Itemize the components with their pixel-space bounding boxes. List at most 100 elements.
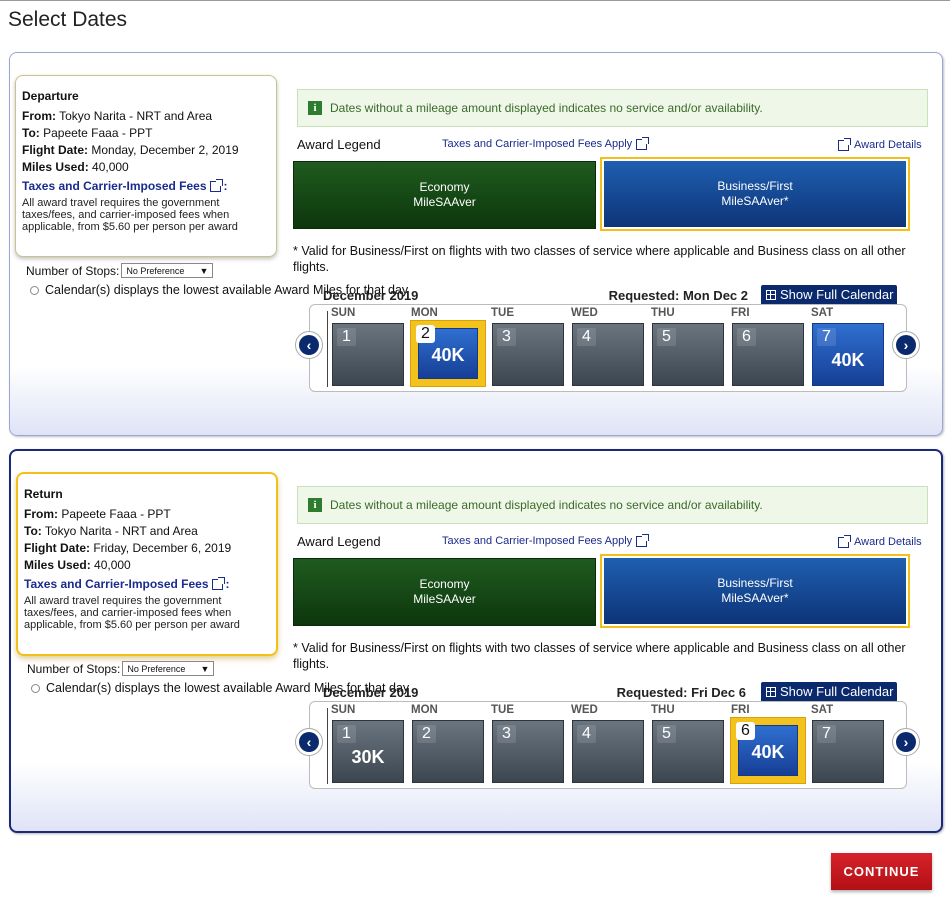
stops-select-value: No Preference	[127, 663, 186, 674]
return-miles-used: 40,000	[94, 558, 131, 572]
return-flight-date: Friday, December 6, 2019	[93, 541, 232, 555]
calendar-grid-icon	[766, 686, 776, 697]
return-heading: Return	[24, 487, 63, 501]
day-name: SAT	[811, 704, 834, 716]
from-label: From:	[22, 109, 56, 123]
calendar-day[interactable]: 7	[812, 720, 884, 783]
return-week-calendar: SUN MON TUE WED THU FRI SAT 1 30K 2 3 4 …	[309, 701, 907, 789]
departure-stops-select[interactable]: No Preference ▼	[121, 263, 214, 278]
business-milesaaver-button[interactable]: Business/First MileSAAver*	[604, 161, 906, 227]
award-details-label: Award Details	[854, 139, 922, 151]
page-title: Select Dates	[8, 8, 128, 31]
return-from: Papeete Faaa - PPT	[61, 507, 171, 521]
radio-icon	[31, 684, 40, 693]
continue-button[interactable]: CONTINUE	[831, 853, 932, 890]
return-show-full-calendar-button[interactable]: Show Full Calendar	[761, 682, 897, 701]
taxes-link-label: Taxes and Carrier-Imposed Fees Apply	[442, 535, 633, 547]
departure-week-calendar: SUN MON TUE WED THU FRI SAT 1 2 40K 3 4 …	[309, 304, 907, 392]
calendar-day[interactable]: 1	[332, 323, 404, 386]
business-milesaaver-button-selected[interactable]: Business/First MileSAAver*	[600, 157, 910, 231]
day-number: 4	[577, 725, 596, 743]
business-label-1: Business/First	[717, 576, 793, 590]
award-legend-label: Award Legend	[297, 534, 381, 549]
calendar-day[interactable]: 5	[652, 323, 724, 386]
flight-date-label: Flight Date:	[22, 143, 88, 157]
departure-notice: i Dates without a mileage amount display…	[297, 89, 928, 127]
from-label: From:	[24, 507, 58, 521]
business-milesaaver-button-selected[interactable]: Business/First MileSAAver*	[600, 554, 910, 628]
day-name: SUN	[331, 307, 356, 319]
calendar-day-selected[interactable]: 6 40K	[730, 717, 806, 784]
departure-month-label: December 2019	[323, 288, 419, 303]
day-name: FRI	[731, 704, 750, 716]
calendar-day-selected[interactable]: 2 40K	[410, 320, 486, 387]
day-number: 4	[577, 328, 596, 346]
dropdown-arrow-icon: ▼	[200, 663, 210, 674]
valid-note: * Valid for Business/First on flights wi…	[293, 244, 906, 274]
return-prev-week-button[interactable]: ‹	[295, 728, 323, 756]
dropdown-arrow-icon: ▼	[199, 265, 209, 276]
economy-label-1: Economy	[419, 577, 470, 591]
day-name: MON	[411, 704, 438, 716]
business-label-2: MileSAAver*	[721, 591, 789, 605]
calendar-day[interactable]: 3	[492, 323, 564, 386]
economy-milesaaver-button[interactable]: Economy MileSAAver	[293, 161, 596, 229]
notice-text: Dates without a mileage amount displayed…	[330, 498, 763, 512]
award-details-link[interactable]: Award Details	[838, 137, 922, 151]
award-details-link[interactable]: Award Details	[838, 534, 922, 548]
radio-icon	[30, 286, 39, 295]
return-next-week-button[interactable]: ›	[892, 728, 920, 756]
departure-show-full-calendar-button[interactable]: Show Full Calendar	[761, 285, 897, 304]
day-number: 6	[737, 328, 756, 346]
calendar-day[interactable]: 7 40K	[812, 323, 884, 386]
departure-info-box[interactable]: Departure From: Tokyo Narita - NRT and A…	[15, 75, 277, 257]
return-panel: Return From: Papeete Faaa - PPT To: Toky…	[9, 449, 943, 833]
flight-date-label: Flight Date:	[24, 541, 90, 555]
return-notice: i Dates without a mileage amount display…	[297, 486, 928, 524]
return-info-box[interactable]: Return From: Papeete Faaa - PPT To: Toky…	[16, 472, 278, 656]
calendar-day[interactable]: 4	[572, 323, 644, 386]
return-stops-select[interactable]: No Preference ▼	[122, 661, 215, 676]
day-number: 3	[497, 328, 516, 346]
return-requested-label: Requested: Fri Dec 6	[616, 685, 746, 700]
taxes-fees-apply-link[interactable]: Taxes and Carrier-Imposed Fees Apply	[442, 136, 650, 150]
taxes-fees-apply-link[interactable]: Taxes and Carrier-Imposed Fees Apply	[442, 533, 650, 547]
calendar-divider	[327, 708, 328, 784]
award-legend-label: Award Legend	[297, 137, 381, 152]
departure-fees-link[interactable]: Taxes and Carrier-Imposed Fees:	[22, 178, 270, 193]
day-number: 7	[817, 328, 836, 346]
day-number: 1	[337, 328, 356, 346]
day-number: 5	[657, 328, 676, 346]
miles-used-label: Miles Used:	[24, 558, 91, 572]
chevron-left-icon: ‹	[299, 335, 319, 355]
stops-select-value: No Preference	[126, 265, 185, 276]
business-label-2: MileSAAver*	[721, 194, 789, 208]
departure-miles-used: 40,000	[92, 160, 129, 174]
business-milesaaver-button[interactable]: Business/First MileSAAver*	[604, 558, 906, 624]
calendar-day[interactable]: 5	[652, 720, 724, 783]
calendar-day[interactable]: 1 30K	[332, 720, 404, 783]
calendar-day[interactable]: 3	[492, 720, 564, 783]
day-number: 3	[497, 725, 516, 743]
departure-next-week-button[interactable]: ›	[892, 331, 920, 359]
day-number: 7	[817, 725, 836, 743]
day-name: WED	[571, 307, 598, 319]
economy-milesaaver-button[interactable]: Economy MileSAAver	[293, 558, 596, 626]
calendar-day[interactable]: 4	[572, 720, 644, 783]
day-name: WED	[571, 704, 598, 716]
top-divider	[0, 0, 950, 1]
fees-link-label: Taxes and Carrier-Imposed Fees	[22, 179, 207, 193]
notice-text: Dates without a mileage amount displayed…	[330, 101, 763, 115]
to-label: To:	[24, 524, 42, 538]
departure-heading: Departure	[22, 89, 79, 103]
to-label: To:	[22, 126, 40, 140]
calendar-day[interactable]: 6	[732, 323, 804, 386]
chevron-left-icon: ‹	[299, 732, 319, 752]
return-fees-link[interactable]: Taxes and Carrier-Imposed Fees:	[24, 576, 270, 591]
calendar-day[interactable]: 2	[412, 720, 484, 783]
departure-prev-week-button[interactable]: ‹	[295, 331, 323, 359]
day-name: MON	[411, 307, 438, 319]
economy-label-2: MileSAAver	[413, 592, 476, 606]
award-details-label: Award Details	[854, 536, 922, 548]
valid-note: * Valid for Business/First on flights wi…	[293, 641, 906, 671]
